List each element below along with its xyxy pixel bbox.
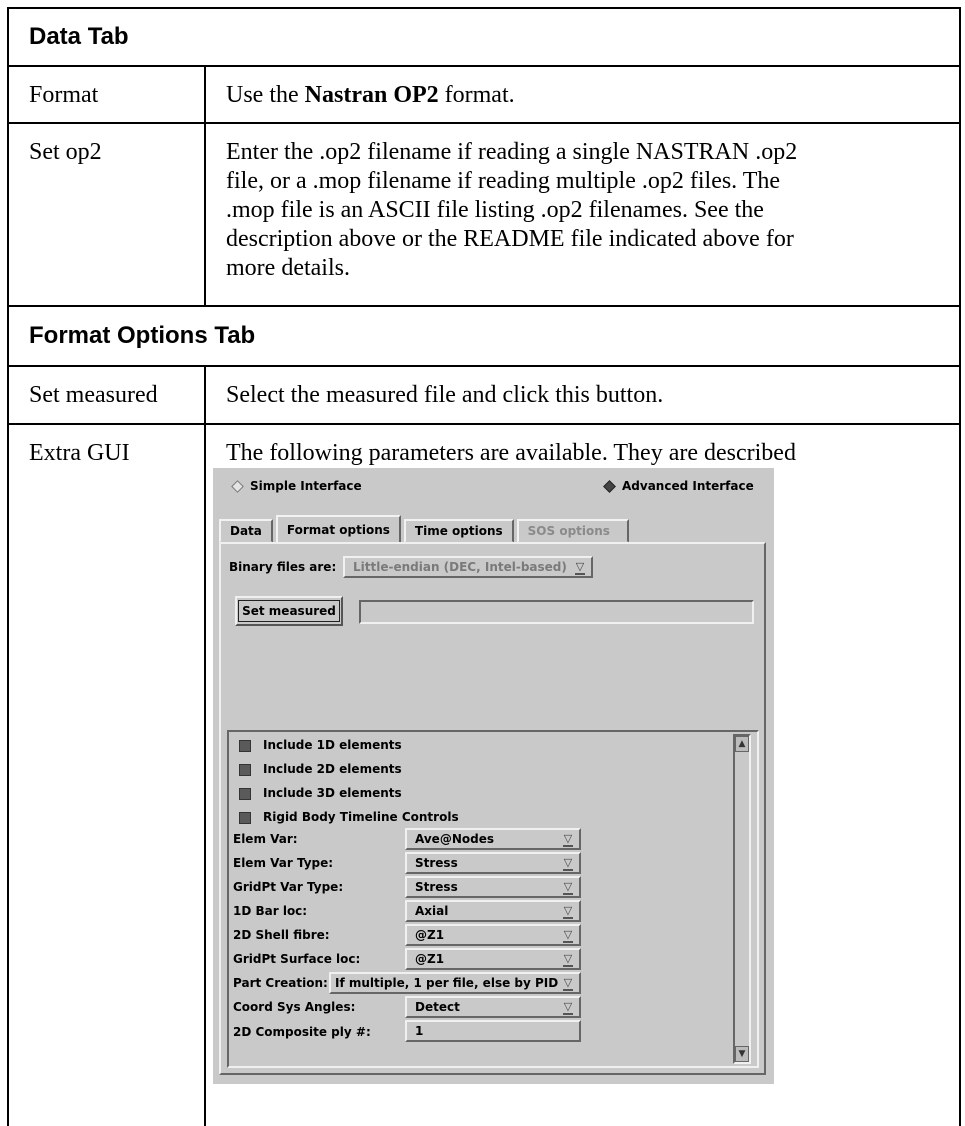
set-op2-line: .mop file is an ASCII file listing .op2 … [226, 197, 764, 223]
shell-fibre-value: @Z1 [415, 928, 445, 942]
data-tab-heading: Data Tab [29, 23, 129, 50]
binary-format-dropdown[interactable]: Little-endian (DEC, Intel-based) ▽ [343, 556, 593, 578]
part-creation-value: If multiple, 1 per file, else by PID [335, 976, 559, 990]
include-1d-checkbox[interactable] [239, 740, 251, 752]
table-row-set-measured: Set measured Select the measured file an… [9, 367, 959, 425]
simple-interface-radio[interactable]: Simple Interface [231, 479, 362, 493]
include-3d-label: Include 3D elements [263, 786, 402, 800]
surface-loc-label: GridPt Surface loc: [233, 952, 361, 966]
scroll-up-icon[interactable]: ▲ [735, 736, 749, 752]
surface-loc-value: @Z1 [415, 952, 445, 966]
format-text-post: format. [438, 82, 515, 108]
include-3d-checkbox[interactable] [239, 788, 251, 800]
composite-ply-label: 2D Composite ply #: [233, 1025, 371, 1039]
shell-fibre-label: 2D Shell fibre: [233, 928, 330, 942]
dropdown-arrow-icon: ▽ [563, 904, 573, 919]
elem-var-type-dropdown[interactable]: Stress ▽ [405, 852, 581, 874]
tab-format-options[interactable]: Format options [275, 515, 401, 543]
extra-gui-label: Extra GUI [9, 425, 206, 1126]
coord-sys-value: Detect [415, 1000, 460, 1014]
table-row-set-op2: Set op2 Enter the .op2 filename if readi… [9, 124, 959, 307]
tab-sos-options[interactable]: SOS options [516, 519, 629, 543]
options-scroll-area: Include 1D elements Include 2D elements … [227, 730, 759, 1068]
elem-var-label: Elem Var: [233, 832, 298, 846]
set-measured-label: Set measured [9, 367, 206, 423]
table-row-format: Format Use the Nastran OP2 format. [9, 67, 959, 124]
set-op2-line: description above or the README file ind… [226, 226, 794, 252]
bar-loc-label: 1D Bar loc: [233, 904, 308, 918]
set-op2-label: Set op2 [9, 124, 206, 305]
elem-var-value: Ave@Nodes [415, 832, 494, 846]
format-options-heading: Format Options Tab [29, 322, 256, 349]
set-op2-line: more details. [226, 255, 350, 281]
format-options-dialog: Simple Interface Advanced Interface Data… [213, 468, 774, 1084]
include-2d-checkbox[interactable] [239, 764, 251, 776]
elem-var-type-label: Elem Var Type: [233, 856, 334, 870]
coord-sys-dropdown[interactable]: Detect ▽ [405, 996, 581, 1018]
dropdown-arrow-icon: ▽ [575, 560, 585, 575]
dropdown-arrow-icon: ▽ [563, 1000, 573, 1015]
section-heading-format-options-tab: Format Options Tab [9, 307, 959, 367]
set-measured-button-label: Set measured [238, 600, 340, 622]
format-text-pre: Use the [226, 82, 305, 108]
dropdown-arrow-icon: ▽ [563, 928, 573, 943]
set-op2-line: Enter the .op2 filename if reading a sin… [226, 139, 798, 165]
set-measured-description: Select the measured file and click this … [226, 382, 664, 408]
surface-loc-dropdown[interactable]: @Z1 ▽ [405, 948, 581, 970]
elem-var-dropdown[interactable]: Ave@Nodes ▽ [405, 828, 581, 850]
simple-interface-label: Simple Interface [250, 479, 362, 493]
part-creation-dropdown[interactable]: If multiple, 1 per file, else by PID ▽ [329, 972, 581, 994]
set-op2-description: Enter the .op2 filename if reading a sin… [206, 124, 959, 305]
set-measured-field[interactable] [359, 600, 754, 624]
include-2d-label: Include 2D elements [263, 762, 402, 776]
format-label: Format [9, 67, 206, 122]
composite-ply-input[interactable]: 1 [405, 1020, 581, 1042]
rigid-body-checkbox[interactable] [239, 812, 251, 824]
binary-files-label: Binary files are: [229, 560, 337, 574]
radio-diamond-icon [231, 479, 244, 493]
advanced-interface-label: Advanced Interface [622, 479, 754, 493]
gridpt-var-type-label: GridPt Var Type: [233, 880, 344, 894]
binary-format-value: Little-endian (DEC, Intel-based) [353, 560, 567, 574]
advanced-interface-radio[interactable]: Advanced Interface [603, 479, 754, 493]
section-heading-data-tab: Data Tab [9, 9, 959, 67]
gridpt-var-type-value: Stress [415, 880, 458, 894]
elem-var-type-value: Stress [415, 856, 458, 870]
shell-fibre-dropdown[interactable]: @Z1 ▽ [405, 924, 581, 946]
include-1d-label: Include 1D elements [263, 738, 402, 752]
part-creation-label: Part Creation: [233, 976, 328, 990]
radio-diamond-selected-icon [603, 479, 616, 493]
rigid-body-label: Rigid Body Timeline Controls [263, 810, 459, 824]
bar-loc-dropdown[interactable]: Axial ▽ [405, 900, 581, 922]
tab-bar: Data Format options Time options SOS opt… [219, 515, 632, 543]
dropdown-arrow-icon: ▽ [563, 952, 573, 967]
vertical-scrollbar[interactable]: ▲ ▼ [733, 734, 751, 1064]
scroll-down-icon[interactable]: ▼ [735, 1046, 749, 1062]
dropdown-arrow-icon: ▽ [563, 832, 573, 847]
gridpt-var-type-dropdown[interactable]: Stress ▽ [405, 876, 581, 898]
tab-data[interactable]: Data [219, 519, 273, 543]
dropdown-arrow-icon: ▽ [563, 880, 573, 895]
dropdown-arrow-icon: ▽ [563, 976, 573, 991]
bar-loc-value: Axial [415, 904, 449, 918]
format-name: Nastran OP2 [304, 82, 439, 108]
set-op2-line: file, or a .mop filename if reading mult… [226, 168, 781, 194]
format-options-panel: Binary files are: Little-endian (DEC, In… [219, 542, 766, 1075]
extra-gui-line: The following parameters are available. … [226, 440, 796, 466]
dropdown-arrow-icon: ▽ [563, 856, 573, 871]
format-description: Use the Nastran OP2 format. [206, 67, 959, 122]
set-measured-button[interactable]: Set measured [235, 596, 343, 626]
coord-sys-label: Coord Sys Angles: [233, 1000, 356, 1014]
tab-time-options[interactable]: Time options [403, 519, 514, 543]
